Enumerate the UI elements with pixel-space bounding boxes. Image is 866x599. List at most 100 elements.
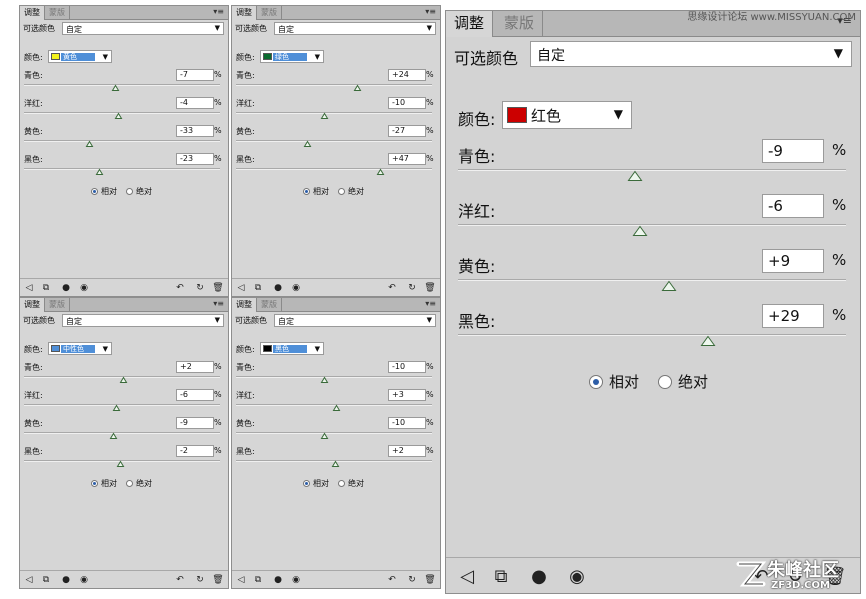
yellow-value-input[interactable]: +9	[762, 249, 824, 273]
tab-adjustments[interactable]: 调整	[20, 298, 45, 312]
color-dropdown[interactable]: 黑色 ▼	[260, 342, 324, 355]
cyan-slider-track[interactable]	[236, 84, 432, 86]
eye-icon[interactable]: ◉	[290, 281, 302, 295]
yellow-value-input[interactable]: -33	[176, 125, 214, 137]
color-dropdown[interactable]: 中性色 ▼	[48, 342, 112, 355]
view-previous-icon[interactable]: ↶	[386, 281, 398, 295]
yellow-slider-track[interactable]	[236, 140, 432, 142]
eye-icon[interactable]: ◉	[78, 573, 90, 587]
cyan-value-input[interactable]: +2	[176, 361, 214, 373]
absolute-radio[interactable]: 绝对	[338, 478, 364, 489]
delete-icon[interactable]: 🗑	[424, 281, 436, 295]
black-slider-track[interactable]	[458, 334, 846, 336]
tab-adjustments[interactable]: 调整	[232, 6, 257, 20]
magenta-slider-track[interactable]	[24, 404, 220, 406]
reset-icon[interactable]: ↻	[194, 281, 206, 295]
view-previous-icon[interactable]: ↶	[174, 281, 186, 295]
magenta-slider-track[interactable]	[458, 224, 846, 226]
panel-menu-icon[interactable]: ▾≡	[213, 299, 224, 308]
clip-layer-icon[interactable]: ⧉	[488, 562, 514, 590]
color-dropdown[interactable]: 红色 ▼	[502, 101, 632, 129]
visibility-icon[interactable]: ●	[272, 573, 284, 587]
magenta-value-input[interactable]: -6	[762, 194, 824, 218]
tab-masks[interactable]: 蒙版	[257, 298, 282, 312]
black-value-input[interactable]: +47	[388, 153, 426, 165]
view-previous-icon[interactable]: ↶	[174, 573, 186, 587]
eye-icon[interactable]: ◉	[78, 281, 90, 295]
magenta-value-input[interactable]: +3	[388, 389, 426, 401]
tab-masks[interactable]: 蒙版	[45, 298, 70, 312]
tab-masks[interactable]: 蒙版	[257, 6, 282, 20]
magenta-slider-track[interactable]	[236, 112, 432, 114]
clip-layer-icon[interactable]: ⧉	[252, 573, 264, 587]
black-value-input[interactable]: -2	[176, 445, 214, 457]
preset-dropdown[interactable]: 自定 ▼	[274, 314, 436, 327]
yellow-value-input[interactable]: -10	[388, 417, 426, 429]
absolute-radio[interactable]: 绝对	[126, 478, 152, 489]
clip-layer-icon[interactable]: ⧉	[40, 281, 52, 295]
absolute-radio[interactable]: 绝对	[126, 186, 152, 197]
cyan-value-input[interactable]: -7	[176, 69, 214, 81]
tab-adjustments[interactable]: 调整	[446, 11, 494, 37]
delete-icon[interactable]: 🗑	[212, 281, 224, 295]
yellow-slider-track[interactable]	[458, 279, 846, 281]
panel-menu-icon[interactable]: ▾≡	[213, 7, 224, 16]
cyan-slider-track[interactable]	[458, 169, 846, 171]
clip-layer-icon[interactable]: ⧉	[40, 573, 52, 587]
color-dropdown[interactable]: 绿色 ▼	[260, 50, 324, 63]
preset-dropdown[interactable]: 自定 ▼	[62, 22, 224, 35]
tab-masks[interactable]: 蒙版	[496, 11, 544, 37]
absolute-radio[interactable]: 绝对	[338, 186, 364, 197]
magenta-slider-track[interactable]	[24, 112, 220, 114]
black-value-input[interactable]: +2	[388, 445, 426, 457]
cyan-slider-track[interactable]	[236, 376, 432, 378]
delete-icon[interactable]: 🗑	[424, 573, 436, 587]
yellow-value-input[interactable]: -27	[388, 125, 426, 137]
color-dropdown[interactable]: 黄色 ▼	[48, 50, 112, 63]
yellow-slider-track[interactable]	[24, 432, 220, 434]
preset-dropdown[interactable]: 自定 ▼	[274, 22, 436, 35]
relative-radio[interactable]: 相对	[589, 371, 639, 392]
reset-icon[interactable]: ↻	[194, 573, 206, 587]
visibility-icon[interactable]: ●	[526, 562, 552, 590]
magenta-value-input[interactable]: -6	[176, 389, 214, 401]
view-previous-icon[interactable]: ↶	[386, 573, 398, 587]
clip-layer-icon[interactable]: ⧉	[252, 281, 264, 295]
back-arrow-icon[interactable]: ◁	[23, 281, 35, 295]
visibility-icon[interactable]: ●	[60, 573, 72, 587]
black-value-input[interactable]: +29	[762, 304, 824, 328]
back-arrow-icon[interactable]: ◁	[235, 281, 247, 295]
tab-adjustments[interactable]: 调整	[232, 298, 257, 312]
eye-icon[interactable]: ◉	[290, 573, 302, 587]
panel-menu-icon[interactable]: ▾≡	[425, 7, 436, 16]
magenta-value-input[interactable]: -4	[176, 97, 214, 109]
black-value-input[interactable]: -23	[176, 153, 214, 165]
cyan-slider-track[interactable]	[24, 84, 220, 86]
black-slider-track[interactable]	[24, 168, 220, 170]
cyan-value-input[interactable]: +24	[388, 69, 426, 81]
reset-icon[interactable]: ↻	[406, 573, 418, 587]
back-arrow-icon[interactable]: ◁	[235, 573, 247, 587]
absolute-radio[interactable]: 绝对	[658, 371, 708, 392]
relative-radio[interactable]: 相对	[303, 186, 329, 197]
panel-menu-icon[interactable]: ▾≡	[425, 299, 436, 308]
preset-dropdown[interactable]: 自定 ▼	[62, 314, 224, 327]
relative-radio[interactable]: 相对	[91, 478, 117, 489]
yellow-value-input[interactable]: -9	[176, 417, 214, 429]
reset-icon[interactable]: ↻	[406, 281, 418, 295]
visibility-icon[interactable]: ●	[272, 281, 284, 295]
back-arrow-icon[interactable]: ◁	[23, 573, 35, 587]
tab-adjustments[interactable]: 调整	[20, 6, 45, 20]
tab-masks[interactable]: 蒙版	[45, 6, 70, 20]
black-slider-track[interactable]	[236, 168, 432, 170]
relative-radio[interactable]: 相对	[91, 186, 117, 197]
eye-icon[interactable]: ◉	[564, 562, 590, 590]
relative-radio[interactable]: 相对	[303, 478, 329, 489]
yellow-slider-track[interactable]	[24, 140, 220, 142]
delete-icon[interactable]: 🗑	[212, 573, 224, 587]
back-arrow-icon[interactable]: ◁	[454, 562, 480, 590]
yellow-slider-track[interactable]	[236, 432, 432, 434]
visibility-icon[interactable]: ●	[60, 281, 72, 295]
magenta-value-input[interactable]: -10	[388, 97, 426, 109]
cyan-value-input[interactable]: -10	[388, 361, 426, 373]
